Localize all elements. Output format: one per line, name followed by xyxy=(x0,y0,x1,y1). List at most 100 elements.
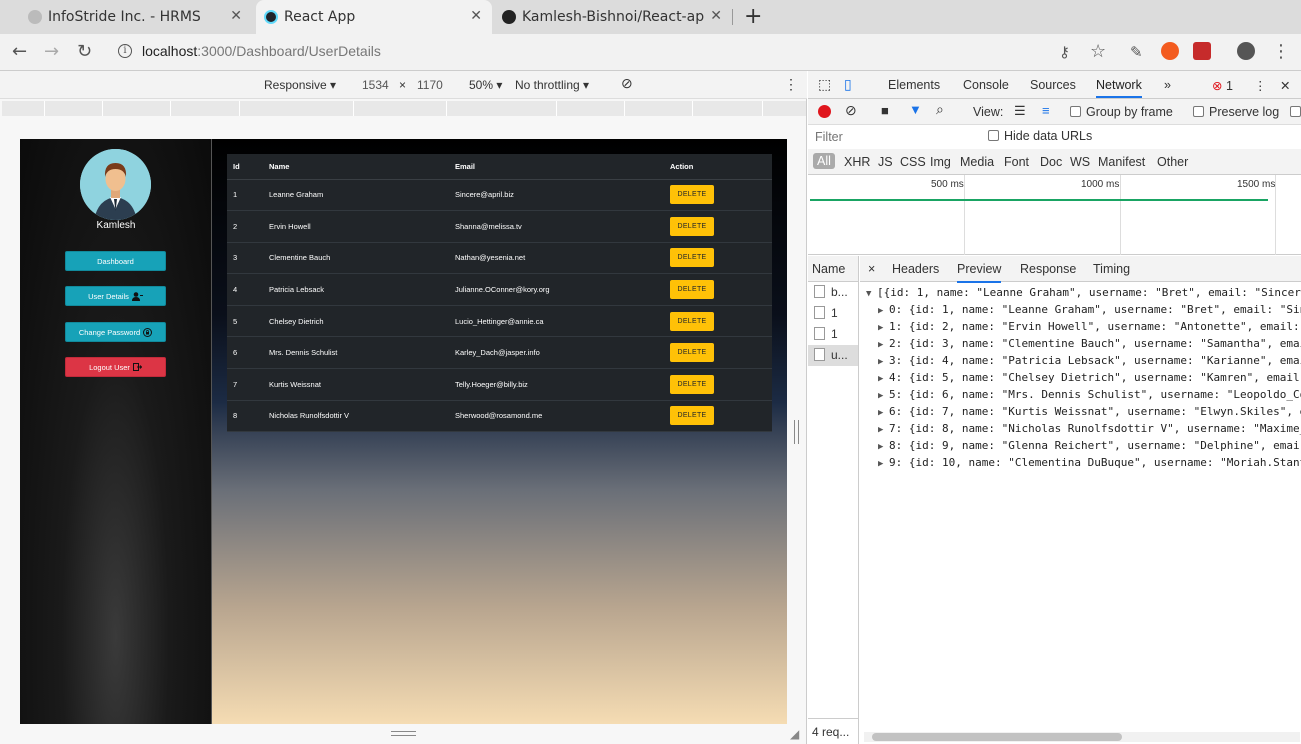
user-details-button[interactable]: User Details xyxy=(65,286,166,306)
change-password-button[interactable]: Change Password xyxy=(65,322,166,342)
inspect-icon[interactable]: ⬚ xyxy=(818,76,831,93)
type-filter-media[interactable]: Media xyxy=(960,155,994,169)
horizontal-resize-handle[interactable] xyxy=(391,731,416,736)
key-icon[interactable]: ⚷ xyxy=(1059,43,1070,61)
address-bar[interactable]: i localhost:3000/Dashboard/UserDetails xyxy=(110,38,1115,67)
device-mode-select[interactable]: Responsive ▾ xyxy=(264,78,336,92)
device-toggle-icon[interactable]: ▯ xyxy=(844,76,852,93)
tab-timing[interactable]: Timing xyxy=(1093,262,1130,276)
delete-button[interactable]: DELETE xyxy=(670,185,714,205)
type-filter-all[interactable]: All xyxy=(813,153,835,169)
type-filter-js[interactable]: JS xyxy=(878,155,893,169)
request-list-header[interactable]: Name xyxy=(808,256,858,282)
close-icon[interactable]: ✕ xyxy=(230,8,242,24)
json-root-line[interactable]: ▼ [{id: 1, name: "Leanne Graham", usernam… xyxy=(866,285,1301,302)
delete-button[interactable]: DELETE xyxy=(670,374,714,394)
large-rows-icon[interactable]: ☰ xyxy=(1014,103,1026,119)
horizontal-scrollbar[interactable] xyxy=(864,732,1300,742)
record-icon[interactable] xyxy=(818,105,831,118)
close-icon[interactable]: ✕ xyxy=(470,8,482,24)
clear-icon[interactable]: ⊘ xyxy=(845,102,857,119)
search-icon[interactable]: ⌕ xyxy=(936,101,944,118)
json-item-line[interactable]: ▶ 4: {id: 5, name: "Chelsey Dietrich", us… xyxy=(866,370,1301,387)
tab-response[interactable]: Response xyxy=(1020,262,1076,276)
tab-headers[interactable]: Headers xyxy=(892,262,939,276)
extension-icon[interactable] xyxy=(1193,42,1211,60)
profile-icon[interactable] xyxy=(1237,42,1255,60)
collapsed-arrow-icon[interactable]: ▶ xyxy=(878,303,889,319)
zoom-select[interactable]: 50% ▾ xyxy=(469,78,502,92)
json-item-line[interactable]: ▶ 9: {id: 10, name: "Clementina DuBuque",… xyxy=(866,455,1301,472)
json-item-line[interactable]: ▶ 8: {id: 9, name: "Glenna Reichert", use… xyxy=(866,438,1301,455)
eyedropper-icon[interactable]: ✎ xyxy=(1130,43,1143,61)
back-icon[interactable]: ← xyxy=(12,41,27,62)
tab-console[interactable]: Console xyxy=(963,78,1009,92)
collapsed-arrow-icon[interactable]: ▶ xyxy=(878,354,889,370)
extension-icon[interactable] xyxy=(1161,42,1179,60)
type-filter-manifest[interactable]: Manifest xyxy=(1098,155,1145,169)
star-icon[interactable]: ☆ xyxy=(1090,41,1106,62)
collapsed-arrow-icon[interactable]: ▶ xyxy=(878,456,889,472)
expanded-arrow-icon[interactable]: ▼ xyxy=(866,286,877,302)
devtools-close-icon[interactable]: ✕ xyxy=(1280,78,1290,93)
browser-tab-hrms[interactable]: InfoStride Inc. - HRMS ✕ xyxy=(20,0,252,34)
logout-button[interactable]: Logout User xyxy=(65,357,166,377)
new-tab-icon[interactable]: + xyxy=(744,4,762,29)
json-item-line[interactable]: ▶ 3: {id: 4, name: "Patricia Lebsack", us… xyxy=(866,353,1301,370)
error-counter[interactable]: ⊗ 1 xyxy=(1212,78,1233,93)
close-icon[interactable]: ✕ xyxy=(710,8,722,24)
type-filter-css[interactable]: CSS xyxy=(900,155,926,169)
json-item-line[interactable]: ▶ 1: {id: 2, name: "Ervin Howell", userna… xyxy=(866,319,1301,336)
width-input[interactable]: 1534 xyxy=(362,78,389,92)
media-query-ruler[interactable] xyxy=(2,101,806,116)
collapsed-arrow-icon[interactable]: ▶ xyxy=(878,405,889,421)
device-menu-icon[interactable]: ⋮ xyxy=(784,76,798,93)
vertical-resize-handle[interactable] xyxy=(794,420,799,444)
close-detail-icon[interactable]: × xyxy=(868,262,875,276)
json-item-line[interactable]: ▶ 6: {id: 7, name: "Kurtis Weissnat", use… xyxy=(866,404,1301,421)
collapsed-arrow-icon[interactable]: ▶ xyxy=(878,439,889,455)
collapsed-arrow-icon[interactable]: ▶ xyxy=(878,422,889,438)
hide-data-urls-checkbox[interactable]: Hide data URLs xyxy=(988,129,1092,143)
request-row-selected[interactable]: u... xyxy=(808,345,858,366)
json-item-line[interactable]: ▶ 7: {id: 8, name: "Nicholas Runolfsdotti… xyxy=(866,421,1301,438)
delete-button[interactable]: DELETE xyxy=(670,280,714,300)
json-item-line[interactable]: ▶ 5: {id: 6, name: "Mrs. Dennis Schulist"… xyxy=(866,387,1301,404)
type-filter-other[interactable]: Other xyxy=(1157,155,1188,169)
type-filter-xhr[interactable]: XHR xyxy=(844,155,870,169)
rotate-icon[interactable]: ⊘ xyxy=(621,75,633,92)
throttling-select[interactable]: No throttling ▾ xyxy=(515,78,589,92)
delete-button[interactable]: DELETE xyxy=(670,406,714,426)
browser-tab-github[interactable]: Kamlesh-Bishnoi/React-ap ✕ xyxy=(494,0,732,34)
url-text[interactable]: localhost:3000/Dashboard/UserDetails xyxy=(142,43,381,59)
request-row[interactable]: 1 xyxy=(808,303,858,324)
menu-kebab-icon[interactable]: ⋮ xyxy=(1272,41,1290,62)
delete-button[interactable]: DELETE xyxy=(670,311,714,331)
type-filter-ws[interactable]: WS xyxy=(1070,155,1090,169)
more-tabs-icon[interactable]: » xyxy=(1164,78,1171,92)
delete-button[interactable]: DELETE xyxy=(670,343,714,363)
json-item-line[interactable]: ▶ 2: {id: 3, name: "Clementine Bauch", us… xyxy=(866,336,1301,353)
preserve-log-checkbox[interactable]: Preserve log xyxy=(1193,105,1279,119)
corner-resize-handle[interactable]: ◢ xyxy=(790,727,799,741)
scrollbar-thumb[interactable] xyxy=(872,733,1122,741)
collapsed-arrow-icon[interactable]: ▶ xyxy=(878,320,889,336)
camera-icon[interactable]: ■ xyxy=(881,103,889,118)
type-filter-doc[interactable]: Doc xyxy=(1040,155,1062,169)
request-row[interactable]: b... xyxy=(808,282,858,303)
collapsed-arrow-icon[interactable]: ▶ xyxy=(878,337,889,353)
disable-cache-checkbox[interactable] xyxy=(1290,105,1301,119)
tab-sources[interactable]: Sources xyxy=(1030,78,1076,92)
waterfall-icon[interactable]: ≡ xyxy=(1042,103,1050,118)
devtools-menu-icon[interactable]: ⋮ xyxy=(1254,78,1267,93)
delete-button[interactable]: DELETE xyxy=(670,248,714,268)
info-icon[interactable]: i xyxy=(118,44,132,58)
collapsed-arrow-icon[interactable]: ▶ xyxy=(878,371,889,387)
tab-preview[interactable]: Preview xyxy=(957,262,1002,283)
forward-icon[interactable]: → xyxy=(44,41,59,62)
tab-network[interactable]: Network xyxy=(1096,78,1142,98)
height-input[interactable]: 1170 xyxy=(417,78,443,92)
delete-button[interactable]: DELETE xyxy=(670,216,714,236)
filter-icon[interactable]: ▼ xyxy=(909,102,922,117)
group-by-frame-checkbox[interactable]: Group by frame xyxy=(1070,105,1173,119)
